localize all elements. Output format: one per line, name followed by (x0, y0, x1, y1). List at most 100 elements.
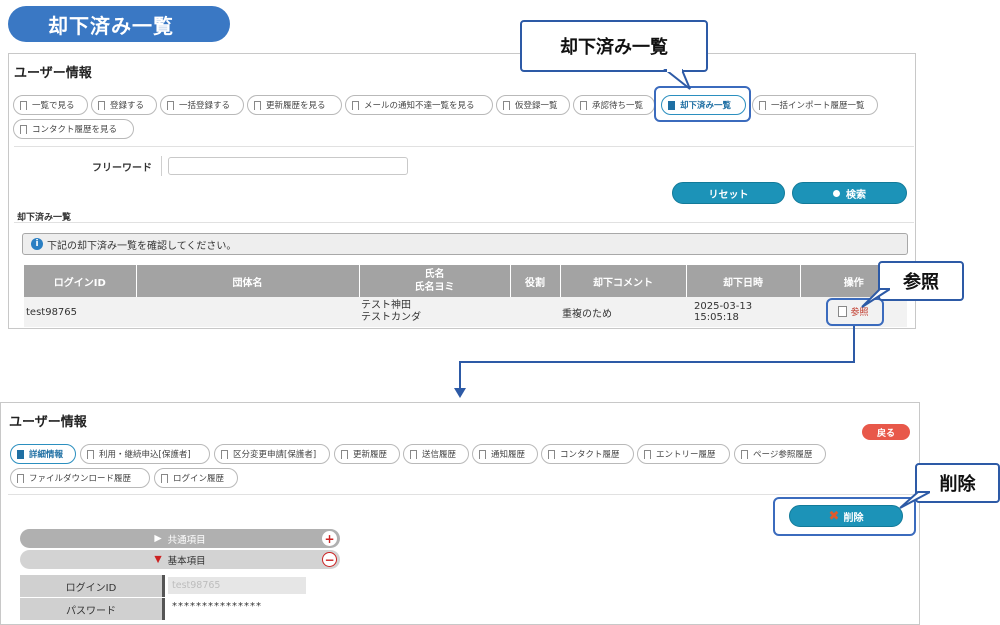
tab-label: 登録する (110, 101, 145, 111)
tab-label: 利用・継続申込[保護者] (99, 450, 191, 460)
col-role: 役割 (510, 265, 561, 297)
bookmark-icon (87, 450, 94, 462)
search-button[interactable]: 検索 (792, 182, 907, 204)
tab-entry-history[interactable]: エントリー履歴 (637, 444, 730, 464)
login-id-field[interactable]: test98765 (168, 577, 306, 594)
col-name: 氏名 氏名ヨミ (359, 265, 511, 297)
tab-page-view-history[interactable]: ページ参照履歴 (734, 444, 826, 464)
tab-mail-undelivered[interactable]: メールの通知不達一覧を見る (345, 95, 493, 115)
table-row: test98765 テスト神田 テストカンダ 重複のため 2025-03-13 1… (24, 297, 907, 327)
cell-name: テスト神田 テストカンダ (359, 297, 510, 327)
tab-label: 承認待ち一覧 (592, 101, 644, 111)
bookmark-icon (341, 450, 348, 462)
field-label-login-id: ログインID (20, 575, 165, 597)
tab-label: エントリー履歴 (656, 450, 716, 460)
search-label: 検索 (846, 189, 866, 201)
reset-button[interactable]: リセット (672, 182, 785, 204)
section-title: ユーザー情報 (14, 66, 92, 81)
free-word-input[interactable] (168, 157, 408, 175)
callout-pointer (663, 64, 691, 90)
divider (8, 494, 914, 495)
tab-label: メールの通知不達一覧を見る (364, 101, 475, 111)
accordion-label: 共通項目 (167, 534, 206, 546)
cell-login-id: test98765 (26, 306, 78, 318)
tab-label: 送信履歴 (422, 450, 457, 460)
accordion-label: 基本項目 (167, 555, 206, 567)
tab-list-view[interactable]: 一覧で見る (13, 95, 88, 115)
bookmark-icon (17, 450, 24, 462)
divider (14, 222, 914, 223)
bookmark-icon (167, 101, 174, 113)
bookmark-icon (98, 101, 105, 113)
tab-label: 仮登録一覧 (515, 101, 558, 111)
tab-label: 詳細情報 (29, 450, 64, 460)
col-name-kana-label: 氏名ヨミ (414, 282, 455, 293)
col-date: 却下日時 (686, 265, 801, 297)
tab-label: 区分変更申請[保護者] (233, 450, 317, 460)
col-name-label: 氏名 (424, 269, 445, 280)
triangle-down-icon: ▼ (154, 554, 162, 565)
tab-category-change[interactable]: 区分変更申請[保護者] (214, 444, 330, 464)
callout-pointer (899, 491, 930, 509)
accordion-common[interactable]: ▶ 共通項目 + (20, 529, 340, 548)
tab-pending-list[interactable]: 承認待ち一覧 (573, 95, 655, 115)
back-button[interactable]: 戻る (862, 424, 910, 440)
bookmark-icon (352, 101, 359, 113)
col-org: 団体名 (136, 265, 360, 297)
bookmark-icon (580, 101, 587, 113)
tab-bulk-register[interactable]: 一括登録する (160, 95, 244, 115)
field-label-password: パスワード (20, 598, 165, 620)
highlight-delete-button (773, 497, 916, 536)
rejected-table: ログインID 団体名 氏名 氏名ヨミ 役割 却下コメント 却下日時 操作 test… (24, 265, 907, 327)
tab-label: 更新履歴を見る (266, 101, 326, 111)
tab-send-history[interactable]: 送信履歴 (403, 444, 469, 464)
tab-label: ログイン履歴 (173, 474, 225, 484)
bookmark-icon (221, 450, 228, 462)
bookmark-icon (644, 450, 651, 462)
divider (14, 146, 914, 147)
col-login-id: ログインID (24, 265, 137, 297)
cell-name-text: テスト神田 (361, 300, 411, 311)
tab-label: ファイルダウンロード履歴 (29, 474, 132, 484)
flow-arrow (454, 326, 855, 398)
cell-role (510, 297, 560, 327)
bookmark-icon (503, 101, 510, 113)
tab-update-history[interactable]: 更新履歴を見る (247, 95, 342, 115)
tab-label: 一覧で見る (32, 101, 75, 111)
tab-label: ページ参照履歴 (753, 450, 813, 460)
password-value: *************** (172, 601, 262, 612)
tab-login-history[interactable]: ログイン履歴 (154, 468, 238, 488)
tab-label: コンタクト履歴 (560, 450, 620, 460)
cell-date: 2025-03-13 15:05:18 (694, 301, 753, 323)
section-title: ユーザー情報 (9, 415, 87, 430)
tab-register[interactable]: 登録する (91, 95, 157, 115)
tab-detail-info[interactable]: 詳細情報 (10, 444, 76, 464)
tab-label: コンタクト履歴を見る (32, 125, 118, 135)
plus-icon: + (322, 531, 337, 546)
bookmark-icon (254, 101, 261, 113)
callout-pointer (861, 288, 890, 308)
tab-usage-apply[interactable]: 利用・継続申込[保護者] (80, 444, 210, 464)
accordion-basic[interactable]: ▼ 基本項目 − (20, 550, 340, 569)
tab-notify-history[interactable]: 通知履歴 (472, 444, 538, 464)
tab-contact-history[interactable]: コンタクト履歴 (541, 444, 634, 464)
tab-provisional-list[interactable]: 仮登録一覧 (496, 95, 570, 115)
tab-label: 通知履歴 (491, 450, 526, 460)
info-icon: i (31, 238, 43, 250)
minus-icon: − (322, 552, 337, 567)
tab-label: 一括インポート履歴一覧 (771, 101, 865, 111)
tab-update-history[interactable]: 更新履歴 (334, 444, 400, 464)
tab-label: 更新履歴 (353, 450, 388, 460)
bookmark-icon (161, 474, 168, 486)
free-word-label: フリーワード (92, 163, 152, 174)
bookmark-icon (17, 474, 24, 486)
bookmark-icon (479, 450, 486, 462)
tab-contact-history[interactable]: コンタクト履歴を見る (13, 119, 134, 139)
callout-view: 参照 (878, 261, 964, 301)
cell-org (136, 297, 359, 327)
tab-import-history[interactable]: 一括インポート履歴一覧 (752, 95, 878, 115)
cell-comment: 重複のため (562, 308, 612, 320)
info-bar: i 下記の却下済み一覧を確認してください。 (22, 233, 908, 255)
tab-download-history[interactable]: ファイルダウンロード履歴 (10, 468, 150, 488)
search-icon (833, 189, 840, 197)
